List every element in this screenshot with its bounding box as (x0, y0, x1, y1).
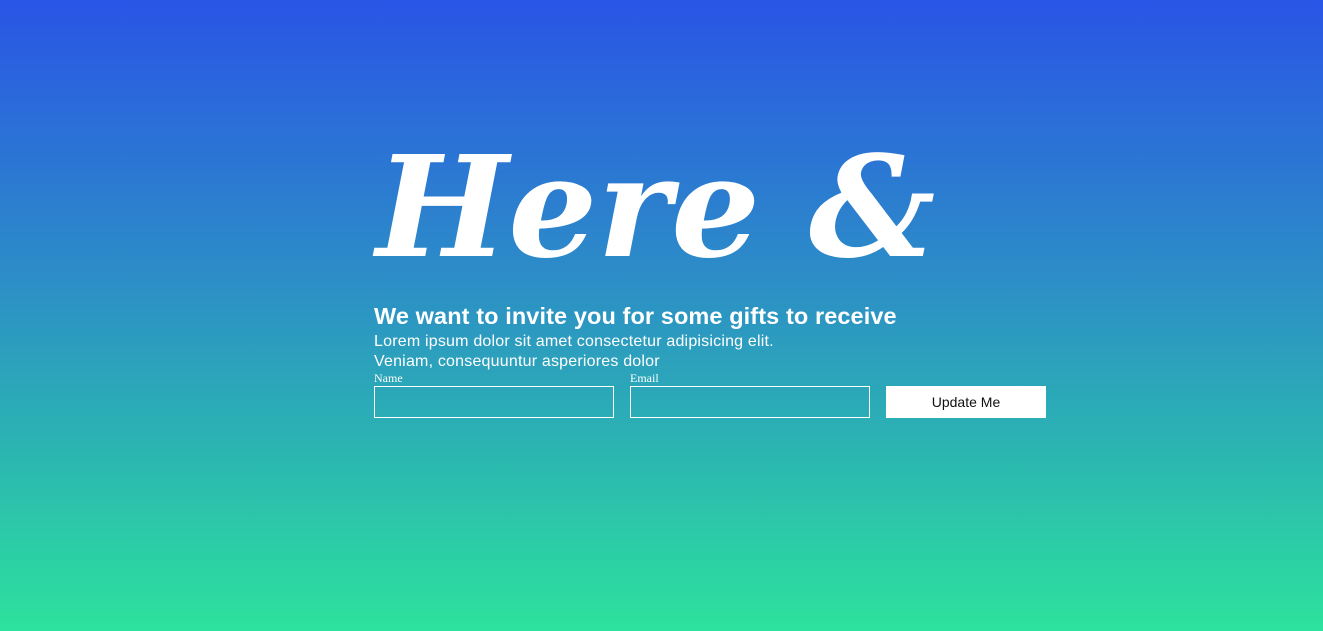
email-input[interactable] (630, 386, 870, 418)
name-label: Name (374, 371, 403, 385)
brand-logo-graphic: Here & Now (372, 128, 962, 273)
signup-form: Name Email Update Me (374, 372, 1046, 418)
name-field-group: Name (374, 372, 614, 418)
name-input[interactable] (374, 386, 614, 418)
brand-logo: Here & Now (372, 128, 962, 273)
hero-description: Lorem ipsum dolor sit amet consectetur a… (374, 333, 774, 370)
email-label: Email (630, 371, 659, 385)
hero-content: We want to invite you for some gifts to … (374, 302, 1074, 372)
hero-headline: We want to invite you for some gifts to … (374, 303, 897, 329)
update-me-button[interactable]: Update Me (886, 386, 1046, 418)
email-field-group: Email (630, 372, 870, 418)
brand-logo-text: Here & Now (372, 128, 962, 273)
